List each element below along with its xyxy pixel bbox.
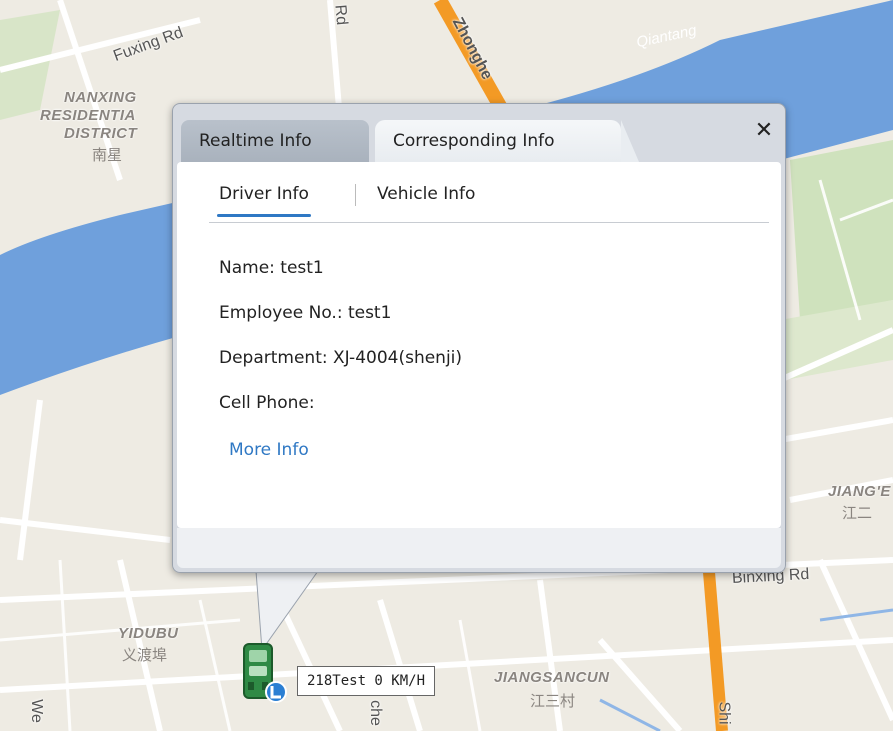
- vehicle-speed-label: 218Test 0 KM/H: [297, 666, 436, 696]
- subtab-vehicle-info[interactable]: Vehicle Info: [377, 184, 475, 204]
- tab-realtime-info[interactable]: Realtime Info: [181, 120, 369, 162]
- info-row-name: Name: test1: [219, 258, 324, 278]
- info-row-employee-no: Employee No.: test1: [219, 303, 392, 323]
- more-info-link[interactable]: More Info: [229, 440, 309, 460]
- info-row-department: Department: XJ-4004(shenji): [219, 348, 463, 368]
- popup-content-panel: Driver Info Vehicle Info Name: test1 Emp…: [177, 162, 781, 528]
- subtab-bar: Driver Info Vehicle Info: [209, 172, 769, 223]
- bus-icon[interactable]: [241, 640, 287, 704]
- info-popup: Realtime Info Corresponding Info ✕ Drive…: [172, 103, 786, 573]
- subtab-driver-info[interactable]: Driver Info: [217, 184, 311, 217]
- tab-corresponding-info[interactable]: Corresponding Info: [375, 120, 639, 162]
- popup-tabbar: Realtime Info Corresponding Info ✕: [173, 104, 785, 164]
- close-icon[interactable]: ✕: [751, 118, 777, 144]
- subtab-divider: [355, 184, 356, 206]
- popup-footer: [177, 528, 781, 568]
- info-row-cell-phone: Cell Phone:: [219, 393, 315, 413]
